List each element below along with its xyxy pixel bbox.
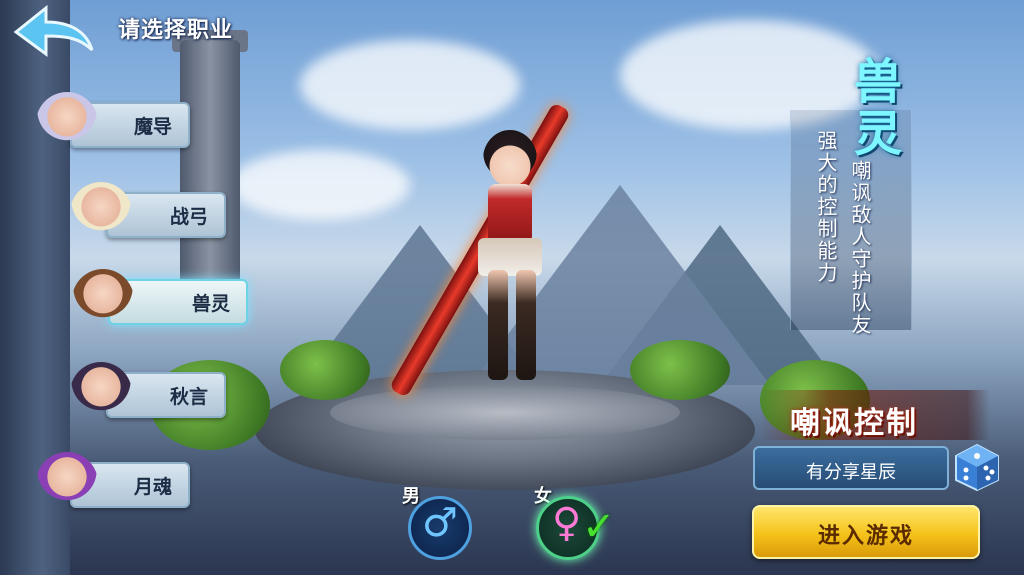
skill-tag: 嘲讽控制 — [790, 406, 918, 441]
gender-male-button[interactable]: 男 ♂ — [400, 482, 480, 562]
hero-leg — [488, 270, 508, 380]
class-name-title: 兽灵 — [845, 56, 901, 160]
class-portrait — [72, 269, 134, 331]
back-arrow-icon — [13, 4, 94, 57]
class-portrait — [36, 92, 98, 154]
enter-game-button[interactable]: 进入游戏 — [752, 505, 980, 559]
class-description-2: 嘲讽敌人守护队友 — [848, 160, 872, 336]
bush — [280, 340, 370, 400]
hero-character — [450, 120, 570, 410]
class-label: 秋言 — [169, 386, 208, 408]
cloud — [300, 40, 520, 130]
class-label: 月魂 — [133, 476, 172, 498]
class-item-beast-spirit[interactable]: 兽灵 — [72, 269, 248, 331]
page-title: 请选择职业 — [118, 18, 234, 43]
back-button[interactable] — [6, 4, 96, 60]
class-item-mage[interactable]: 魔导 — [36, 92, 190, 154]
class-label: 战弓 — [169, 206, 208, 228]
class-portrait — [70, 362, 132, 424]
stone-column — [180, 40, 240, 290]
random-name-button[interactable] — [952, 442, 1002, 492]
class-portrait — [36, 452, 98, 514]
class-description-1: 强大的控制能力 — [814, 130, 838, 284]
female-symbol-icon: ♀ — [552, 500, 582, 546]
male-symbol-icon: ♂ — [422, 500, 458, 546]
hero-leg — [516, 270, 536, 380]
character-name-value: 有分享星辰 — [806, 462, 896, 483]
class-label: 魔导 — [133, 116, 172, 138]
hero-torso — [488, 184, 532, 244]
enter-game-label: 进入游戏 — [817, 524, 914, 549]
cloud — [230, 150, 410, 220]
character-name-field[interactable]: 有分享星辰 — [753, 446, 949, 490]
class-item-archer[interactable]: 战弓 — [70, 182, 226, 244]
gender-female-button[interactable]: 女 ♀ ✓ — [530, 482, 630, 562]
dice-icon — [955, 443, 999, 492]
selected-check-icon: ✓ — [582, 504, 616, 550]
hero-head — [483, 130, 537, 188]
class-portrait — [70, 182, 132, 244]
class-item-moon-soul[interactable]: 月魂 — [36, 452, 190, 514]
class-label: 兽灵 — [191, 293, 230, 315]
class-item-qiuyan[interactable]: 秋言 — [70, 362, 226, 424]
bush — [630, 340, 730, 400]
